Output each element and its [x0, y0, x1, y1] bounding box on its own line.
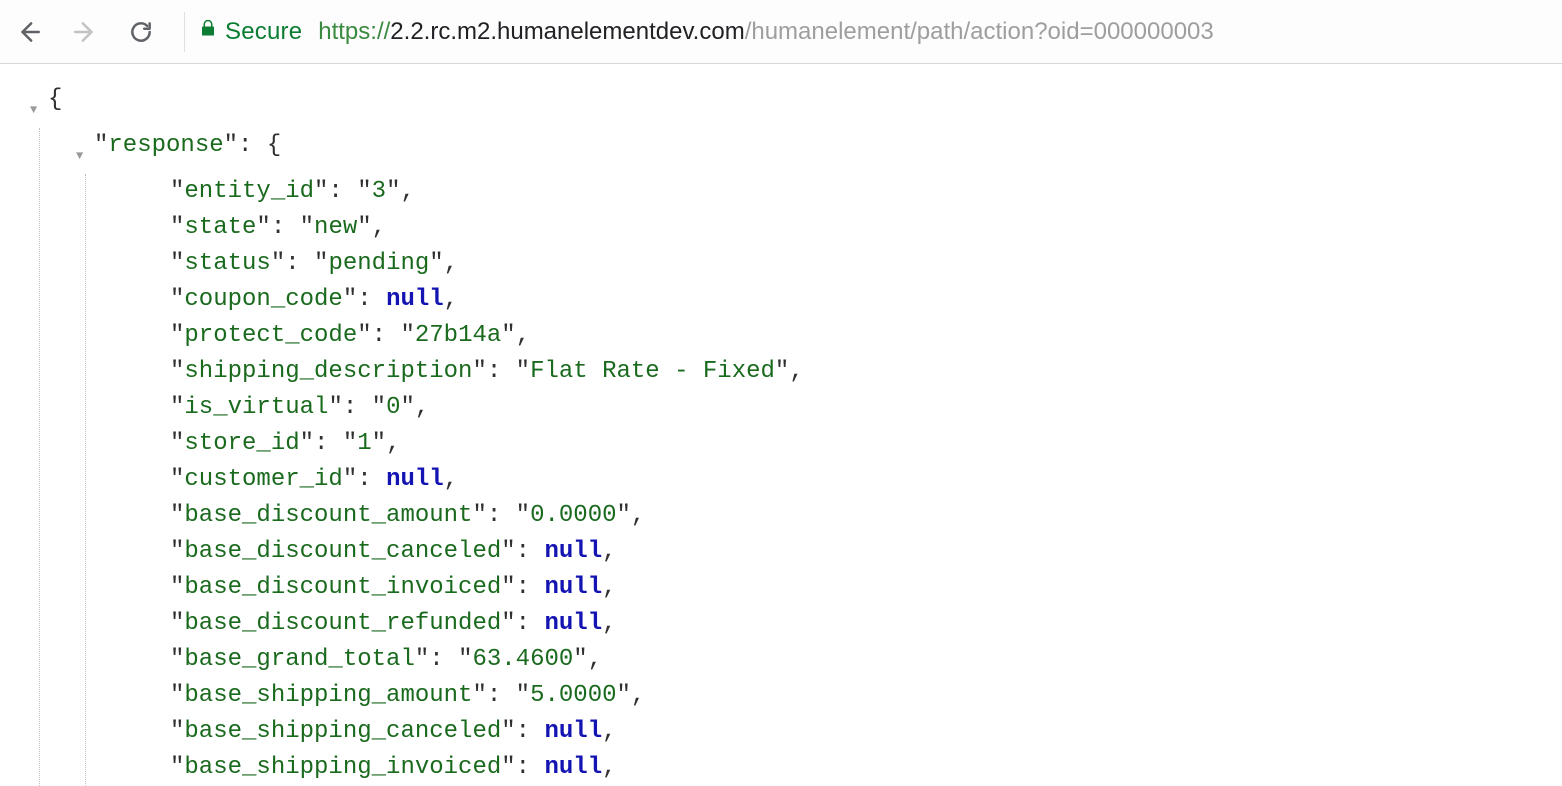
json-key: base_discount_amount [184, 502, 472, 529]
json-value: 0.0000 [530, 502, 616, 529]
reload-button[interactable] [128, 19, 154, 45]
json-key: protect_code [184, 322, 357, 349]
json-value: null [386, 286, 444, 313]
json-field-row: "base_discount_refunded": null, [170, 606, 1562, 642]
json-field-row: "base_discount_canceled": null, [170, 534, 1562, 570]
json-key: base_discount_canceled [184, 538, 501, 565]
json-value: null [544, 754, 602, 781]
json-field-row: "customer_id": null, [170, 462, 1562, 498]
json-key: state [184, 214, 256, 241]
json-key: customer_id [184, 466, 342, 493]
nav-buttons [16, 19, 154, 45]
json-field-row: "base_discount_amount": "0.0000", [170, 498, 1562, 534]
json-key: base_shipping_amount [184, 682, 472, 709]
json-value: null [544, 718, 602, 745]
json-value: Flat Rate - Fixed [530, 358, 775, 385]
url-scheme: https:// [318, 18, 390, 46]
json-value: 27b14a [415, 322, 501, 349]
json-field-row: "base_shipping_amount": "5.0000", [170, 678, 1562, 714]
lock-icon [199, 17, 217, 46]
json-field-row: "status": "pending", [170, 246, 1562, 282]
json-field-row: "base_shipping_canceled": null, [170, 714, 1562, 750]
json-value: null [544, 538, 602, 565]
json-key: base_discount_refunded [184, 610, 501, 637]
secure-indicator: Secure [199, 17, 302, 46]
json-key: base_grand_total [184, 646, 414, 673]
address-bar[interactable]: Secure https://2.2.rc.m2.humanelementdev… [184, 12, 1546, 52]
json-value: new [314, 214, 357, 241]
json-value: 1 [357, 430, 371, 457]
json-key: base_discount_invoiced [184, 574, 501, 601]
json-value: pending [328, 250, 429, 277]
json-field-row: "store_id": "1", [170, 426, 1562, 462]
json-field-row: "entity_id": "3", [170, 174, 1562, 210]
json-value: null [386, 466, 444, 493]
json-value: 5.0000 [530, 682, 616, 709]
tree-toggle-root[interactable]: ▼ [30, 82, 48, 128]
json-value: null [544, 574, 602, 601]
json-value: 3 [372, 178, 386, 205]
json-field-row: "base_grand_total": "63.4600", [170, 642, 1562, 678]
root-brace: { [48, 82, 62, 118]
json-viewer: ▼ { ▼ "response": { "entity_id": "3","st… [0, 64, 1562, 786]
json-key: is_virtual [184, 394, 328, 421]
json-key: coupon_code [184, 286, 342, 313]
json-field-row: "shipping_description": "Flat Rate - Fix… [170, 354, 1562, 390]
json-key: base_shipping_canceled [184, 718, 501, 745]
json-value: 0 [386, 394, 400, 421]
json-value: 63.4600 [472, 646, 573, 673]
forward-button[interactable] [72, 19, 98, 45]
json-key: base_shipping_invoiced [184, 754, 501, 781]
url-host: 2.2.rc.m2.humanelementdev.com [390, 18, 744, 46]
json-key: entity_id [184, 178, 314, 205]
json-field-row: "base_shipping_invoiced": null, [170, 750, 1562, 786]
json-value: null [544, 610, 602, 637]
secure-label: Secure [225, 18, 302, 46]
json-key: store_id [184, 430, 299, 457]
tree-toggle-response[interactable]: ▼ [76, 128, 94, 174]
json-field-row: "base_discount_invoiced": null, [170, 570, 1562, 606]
json-key: shipping_description [184, 358, 472, 385]
json-field-row: "is_virtual": "0", [170, 390, 1562, 426]
back-button[interactable] [16, 19, 42, 45]
json-field-row: "state": "new", [170, 210, 1562, 246]
json-key: status [184, 250, 270, 277]
url-path: /humanelement/path/action?oid=000000003 [745, 18, 1214, 46]
browser-toolbar: Secure https://2.2.rc.m2.humanelementdev… [0, 0, 1562, 64]
response-key-line: "response": { [94, 128, 281, 164]
json-field-row: "protect_code": "27b14a", [170, 318, 1562, 354]
json-field-row: "coupon_code": null, [170, 282, 1562, 318]
